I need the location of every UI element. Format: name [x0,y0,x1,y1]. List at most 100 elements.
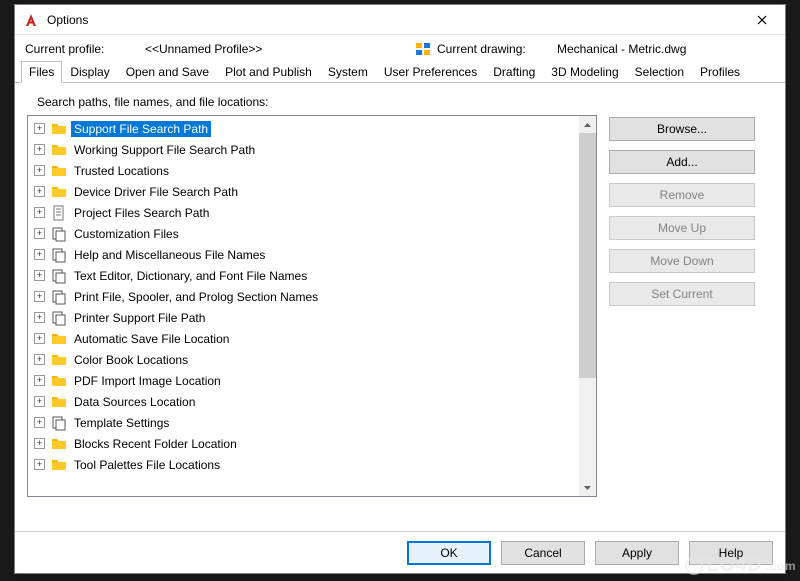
scroll-down-button[interactable] [579,479,596,496]
tab-display[interactable]: Display [62,61,117,82]
tree-item[interactable]: +Working Support File Search Path [30,139,596,160]
tree-item[interactable]: + Tool Palettes File Locations [30,454,596,475]
move-up-button[interactable]: Move Up [609,216,755,240]
tree-item-label: Help and Miscellaneous File Names [71,247,268,263]
expand-toggle[interactable]: + [34,291,45,302]
tree-item-label: PDF Import Image Location [71,373,224,389]
options-dialog: Options Current profile: <<Unnamed Profi… [14,4,786,574]
remove-button[interactable]: Remove [609,183,755,207]
stack-icon [51,247,67,263]
folder-icon [51,373,67,389]
tree-item[interactable]: + PDF Import Image Location [30,370,596,391]
folder-icon [51,331,67,347]
apply-button[interactable]: Apply [595,541,679,565]
profile-value: <<Unnamed Profile>> [145,42,415,56]
folder-icon [51,142,67,158]
tab-profiles[interactable]: Profiles [692,61,748,82]
close-icon [757,15,767,25]
stack-icon [51,415,67,431]
tab-selection[interactable]: Selection [627,61,692,82]
move-down-button[interactable]: Move Down [609,249,755,273]
window-title: Options [47,13,747,27]
folder-icon [51,352,67,368]
expand-toggle[interactable]: + [34,396,45,407]
tree-item[interactable]: + Trusted Locations [30,160,596,181]
expand-toggle[interactable]: + [34,312,45,323]
stack-icon [51,289,67,305]
tree-item-label: Tool Palettes File Locations [71,457,223,473]
expand-toggle[interactable]: + [34,438,45,449]
add-button[interactable]: Add... [609,150,755,174]
tree-item-label: Template Settings [71,415,172,431]
cancel-button[interactable]: Cancel [501,541,585,565]
tree-item-label: Device Driver File Search Path [71,184,241,200]
tree-item-label: Color Book Locations [71,352,191,368]
ok-button[interactable]: OK [407,541,491,565]
tree-item[interactable]: + Template Settings [30,412,596,433]
chevron-down-icon [584,486,591,490]
drawing-value: Mechanical - Metric.dwg [557,42,686,56]
expand-toggle[interactable]: + [34,459,45,470]
expand-toggle[interactable]: + [34,123,45,134]
tab-bar: FilesDisplayOpen and SavePlot and Publis… [15,61,785,83]
chevron-up-icon [584,123,591,127]
tab-plot-and-publish[interactable]: Plot and Publish [217,61,320,82]
drawing-icon [415,41,431,57]
folder-icon [51,436,67,452]
scroll-track[interactable] [579,133,596,479]
browse-button[interactable]: Browse... [609,117,755,141]
scroll-up-button[interactable] [579,116,596,133]
expand-toggle[interactable]: + [34,417,45,428]
tree-item[interactable]: + Help and Miscellaneous File Names [30,244,596,265]
tree-item[interactable]: + Customization Files [30,223,596,244]
tree-view[interactable]: + Support File Search Path +Working Suppor… [27,115,597,497]
tree-item-label: Trusted Locations [71,163,172,179]
close-button[interactable] [747,9,777,31]
tab-drafting[interactable]: Drafting [485,61,543,82]
tab-3d-modeling[interactable]: 3D Modeling [543,61,626,82]
tab-user-preferences[interactable]: User Preferences [376,61,485,82]
expand-toggle[interactable]: + [34,354,45,365]
tab-open-and-save[interactable]: Open and Save [118,61,217,82]
expand-toggle[interactable]: + [34,186,45,197]
tree-item-label: Automatic Save File Location [71,331,232,347]
side-buttons: Browse... Add... Remove Move Up Move Dow… [609,115,755,497]
vertical-scrollbar[interactable] [579,116,596,496]
folder-icon [51,394,67,410]
tree-item[interactable]: + Print File, Spooler, and Prolog Section… [30,286,596,307]
scroll-thumb[interactable] [579,133,596,378]
tree-item[interactable]: + Automatic Save File Location [30,328,596,349]
titlebar: Options [15,5,785,35]
header: Current profile: <<Unnamed Profile>> Cur… [15,35,785,61]
expand-toggle[interactable]: + [34,249,45,260]
tree-item[interactable]: + Text Editor, Dictionary, and Font File … [30,265,596,286]
stack-icon [51,310,67,326]
tree-item-label: Text Editor, Dictionary, and Font File N… [71,268,310,284]
tree-item-label: Project Files Search Path [71,205,212,221]
set-current-button[interactable]: Set Current [609,282,755,306]
tree-item[interactable]: +Printer Support File Path [30,307,596,328]
expand-toggle[interactable]: + [34,165,45,176]
tree-item[interactable]: + Project Files Search Path [30,202,596,223]
tree-item-label: Print File, Spooler, and Prolog Section … [71,289,321,305]
folder-icon [51,163,67,179]
expand-toggle[interactable]: + [34,270,45,281]
help-button[interactable]: Help [689,541,773,565]
tab-files[interactable]: Files [21,61,62,83]
app-icon [23,12,39,28]
content-label: Search paths, file names, and file locat… [37,95,773,109]
tree-item[interactable]: +Blocks Recent Folder Location [30,433,596,454]
expand-toggle[interactable]: + [34,375,45,386]
expand-toggle[interactable]: + [34,333,45,344]
tab-system[interactable]: System [320,61,376,82]
tree-item[interactable]: + Color Book Locations [30,349,596,370]
tree-item-label: Support File Search Path [71,121,211,137]
tree-item[interactable]: + Device Driver File Search Path [30,181,596,202]
tree-item[interactable]: + Support File Search Path [30,118,596,139]
expand-toggle[interactable]: + [34,207,45,218]
tree-item-label: Data Sources Location [71,394,198,410]
tree-item[interactable]: + Data Sources Location [30,391,596,412]
expand-toggle[interactable]: + [34,144,45,155]
tree-item-label: Customization Files [71,226,182,242]
expand-toggle[interactable]: + [34,228,45,239]
